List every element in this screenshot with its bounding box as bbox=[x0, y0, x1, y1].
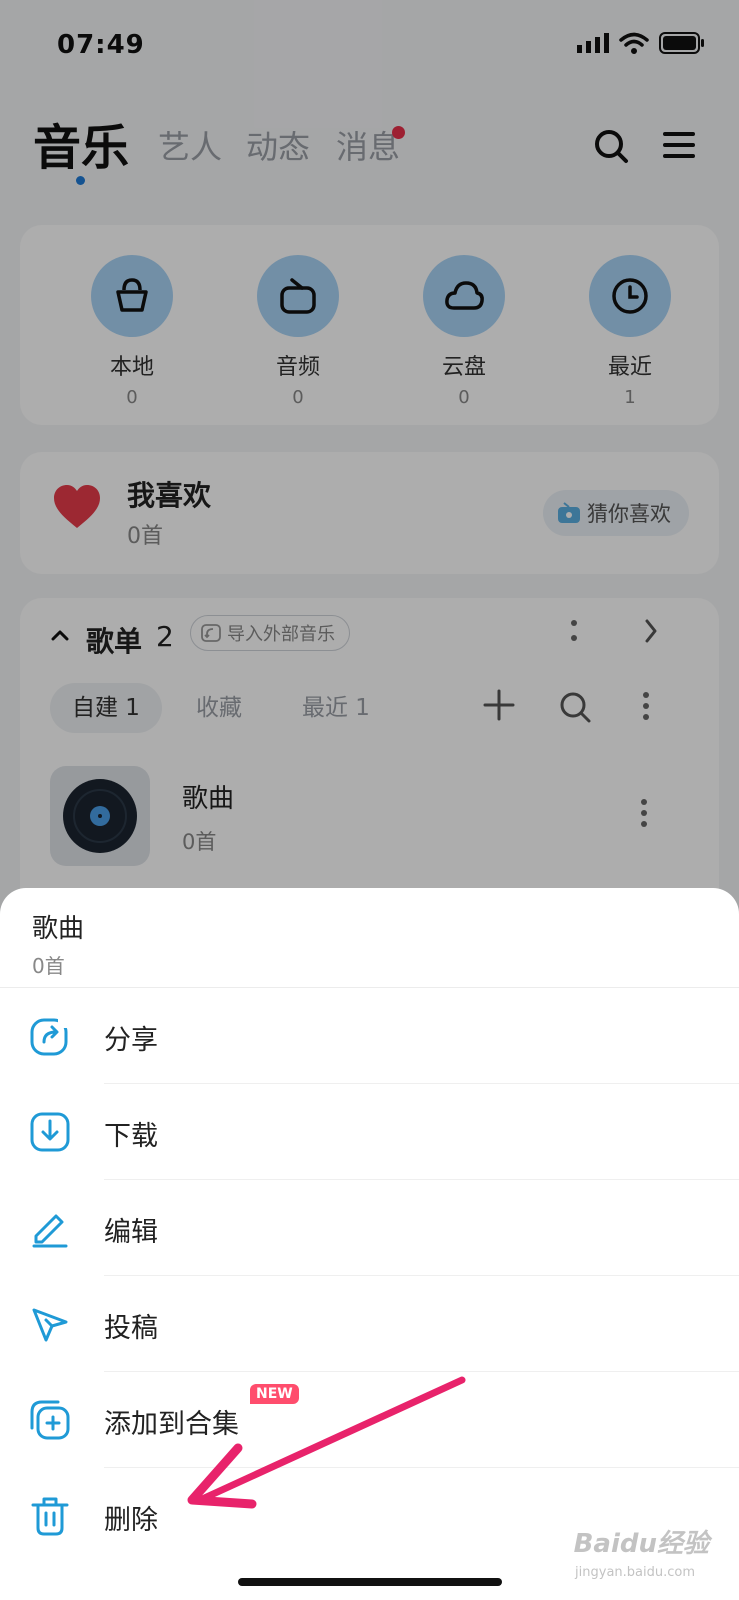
annotation-arrow-icon bbox=[187, 1376, 466, 1509]
watermark-logo: Baidu经验 bbox=[573, 1529, 709, 1559]
app-screen: 07:49 音乐 艺人 动态 消息 本地 0 音频 0 云盘 0 最近 1 我喜… bbox=[0, 0, 739, 1600]
home-indicator[interactable] bbox=[238, 1578, 502, 1586]
watermark-url: jingyan.baidu.com bbox=[575, 1565, 695, 1580]
